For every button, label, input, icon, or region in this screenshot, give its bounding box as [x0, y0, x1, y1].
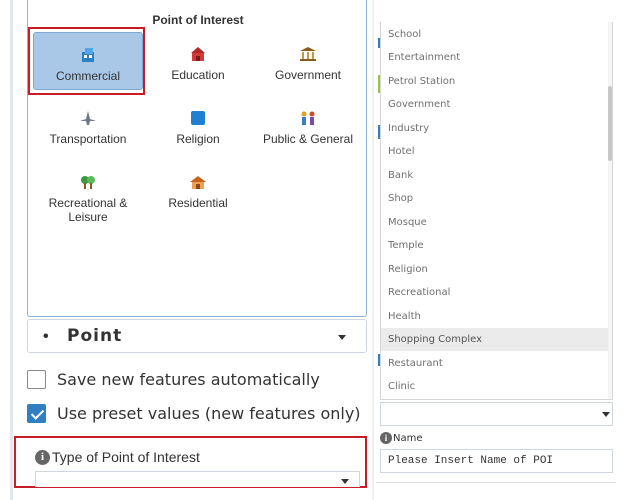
poi-category-label: Government [274, 68, 342, 82]
type-of-poi-field: i Type of Point of Interest [14, 436, 367, 488]
poi-category-label: Religion [176, 132, 220, 146]
public-general-icon [301, 111, 315, 125]
point-bullet: • [43, 328, 49, 345]
use-preset-values-option[interactable]: Use preset values (new features only) [27, 402, 361, 424]
dropdown-option[interactable]: Hotel [381, 140, 611, 163]
info-icon: i [380, 432, 392, 444]
poi-category-education[interactable]: Education [143, 32, 253, 90]
dropdown-option[interactable]: Mosque [381, 211, 611, 234]
dropdown-option[interactable]: Bank [381, 164, 611, 187]
dropdown-option[interactable]: Temple [381, 234, 611, 257]
transportation-icon [80, 111, 96, 125]
dropdown-option[interactable]: Religion [381, 258, 611, 281]
recreational-leisure-icon [81, 176, 95, 189]
info-icon: i [35, 449, 50, 465]
education-icon [191, 47, 205, 61]
poi-type-select[interactable] [380, 402, 613, 426]
dropdown-option[interactable]: Health [381, 305, 611, 328]
dropdown-scrollbar[interactable] [608, 22, 612, 399]
dropdown-option[interactable]: Recreational [381, 281, 611, 304]
dropdown-option[interactable]: Shop [381, 187, 611, 210]
poi-category-label: Public & General [262, 132, 354, 146]
poi-category-label: Transportation [49, 132, 127, 146]
poi-category-public-general[interactable]: Public & General [253, 96, 363, 154]
poi-category-residential[interactable]: Residential [143, 160, 253, 218]
dropdown-option[interactable]: Industry [381, 117, 611, 140]
poi-category-religion[interactable]: Religion [143, 96, 253, 154]
dropdown-option[interactable]: Entertainment [381, 46, 611, 69]
dropdown-option[interactable]: Restaurant [381, 352, 611, 375]
dropdown-option-highlighted[interactable]: Shopping Complex [381, 328, 611, 351]
chevron-down-icon [338, 335, 346, 340]
dropdown-option[interactable]: Clinic [381, 375, 611, 398]
chevron-down-icon [341, 479, 349, 484]
geometry-type-value: Point [67, 326, 123, 346]
poi-type-dropdown-list[interactable]: School Entertainment Petrol Station Gove… [380, 22, 613, 400]
left-edge-strip [10, 0, 13, 500]
save-new-features-checkbox[interactable] [27, 369, 46, 389]
religion-icon [191, 111, 205, 125]
government-icon [300, 47, 316, 61]
use-preset-values-label: Use preset values (new features only) [57, 403, 361, 423]
poi-category-label: Recreational & Leisure [48, 196, 128, 224]
chevron-down-icon [602, 412, 610, 417]
type-of-poi-select[interactable] [35, 471, 360, 487]
geometry-type-select[interactable]: • Point [27, 319, 367, 353]
dropdown-option[interactable]: School [381, 23, 611, 46]
poi-category-recreational-leisure[interactable]: Recreational & Leisure [33, 160, 143, 224]
scrollbar-thumb[interactable] [608, 86, 612, 161]
poi-category-transportation[interactable]: Transportation [33, 96, 143, 154]
poi-category-label: Education [171, 68, 225, 82]
name-label-row: i Name [380, 432, 423, 444]
name-input[interactable]: Please Insert Name of POI [380, 449, 613, 473]
poi-category-label: Residential [168, 196, 228, 210]
type-of-poi-label: Type of Point of Interest [52, 449, 200, 465]
save-new-features-label: Save new features automatically [57, 369, 320, 389]
dropdown-option[interactable]: Government [381, 93, 611, 116]
poi-panel-title: Point of Interest [152, 13, 244, 27]
name-label: Name [393, 432, 423, 444]
save-new-features-option[interactable]: Save new features automatically [27, 368, 320, 390]
residential-icon [190, 176, 206, 189]
use-preset-values-checkbox[interactable] [27, 403, 46, 423]
dropdown-option[interactable]: Petrol Station [381, 70, 611, 93]
poi-category-government[interactable]: Government [253, 32, 363, 90]
type-of-poi-label-row: i Type of Point of Interest [35, 449, 200, 465]
divider [376, 482, 616, 483]
panel-divider [372, 0, 374, 500]
selection-annotation-box [28, 27, 145, 95]
